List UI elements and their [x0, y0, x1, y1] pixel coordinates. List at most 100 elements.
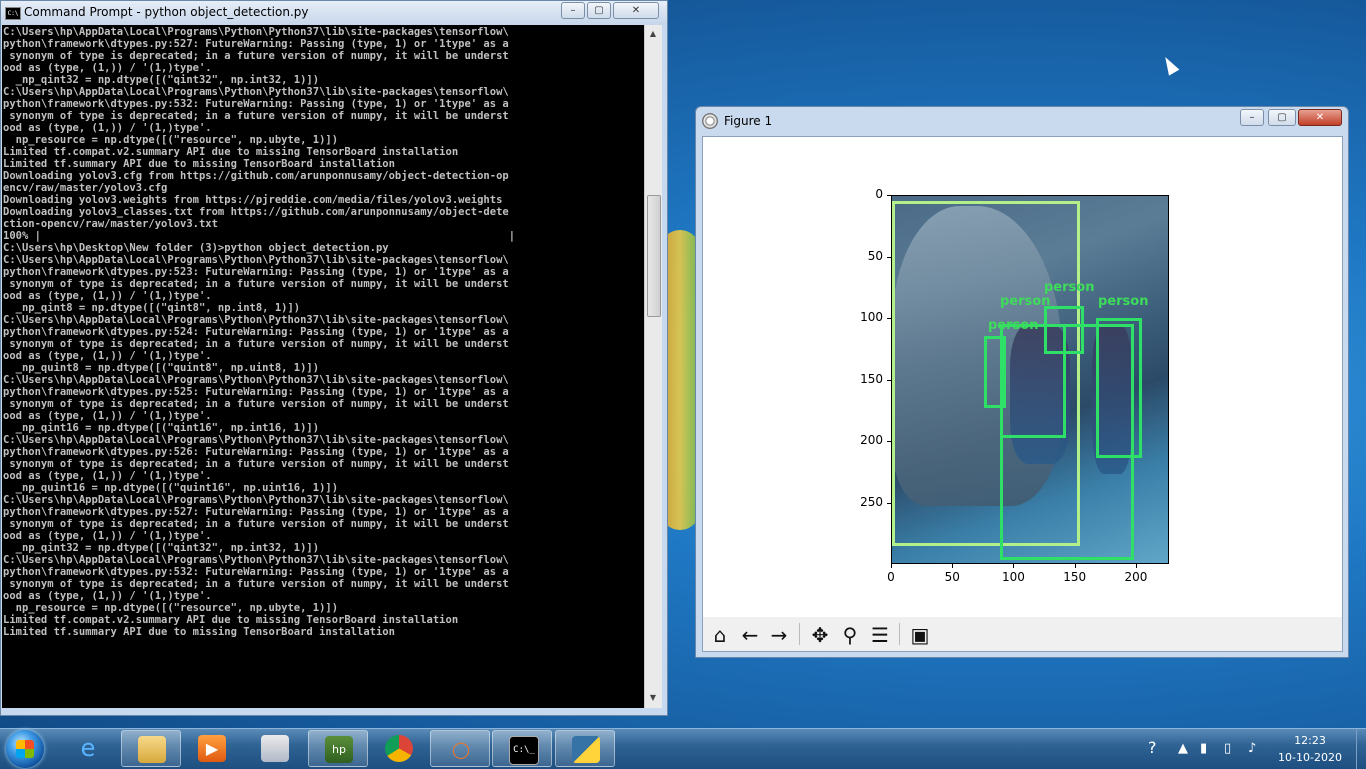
x-tick-label: 50 [944, 570, 960, 584]
figure-maximize-button[interactable]: ▢ [1268, 109, 1296, 126]
media-player-icon: ▶ [198, 735, 226, 762]
console-line: ood as (type, (1,)) / '(1,)type'. [3, 410, 212, 422]
cmd-console[interactable]: C:\Users\hp\AppData\Local\Programs\Pytho… [2, 25, 644, 708]
console-line: python\framework\dtypes.py:525: FutureWa… [3, 386, 509, 398]
cmd-scrollbar[interactable]: ▲ ▼ [644, 25, 662, 708]
cmd-minimize-button[interactable]: – [561, 2, 585, 19]
power-icon[interactable]: ▯ [1224, 741, 1231, 756]
console-line: ood as (type, (1,)) / '(1,)type'. [3, 470, 212, 482]
console-line: synonym of type is deprecated; in a futu… [9, 518, 509, 530]
cmd-title: Command Prompt - python object_detection… [24, 5, 309, 19]
console-line: synonym of type is deprecated; in a futu… [9, 398, 509, 410]
cmd-maximize-button[interactable]: ▢ [587, 2, 611, 19]
console-line: _np_quint8 = np.dtype([("quint8", np.uin… [15, 362, 320, 374]
console-line: _np_qint32 = np.dtype([("qint32", np.int… [15, 74, 320, 86]
clock-time[interactable]: 12:23 [1275, 734, 1345, 747]
console-line: Limited tf.summary API due to missing Te… [3, 158, 395, 170]
console-line: python\framework\dtypes.py:527: FutureWa… [3, 38, 509, 50]
cmd-output: C:\Users\hp\AppData\Local\Programs\Pytho… [2, 25, 644, 638]
x-tick-mark [952, 564, 954, 568]
home-icon[interactable]: ⌂ [707, 622, 733, 648]
network-icon[interactable]: ▮ [1200, 741, 1207, 756]
y-tick-label: 100 [860, 310, 883, 324]
figure-minimize-button[interactable]: – [1240, 109, 1264, 126]
save-icon[interactable]: ▣ [907, 622, 933, 648]
console-line: synonym of type is deprecated; in a futu… [9, 578, 509, 590]
console-line: python\framework\dtypes.py:524: FutureWa… [3, 326, 509, 338]
chrome-icon [385, 735, 413, 762]
clock-date[interactable]: 10-10-2020 [1275, 751, 1345, 764]
taskbar-explorer[interactable] [121, 730, 181, 767]
console-line: ood as (type, (1,)) / '(1,)type'. [3, 530, 212, 542]
internet-explorer-icon: e [80, 734, 96, 762]
console-line: encv/raw/master/yolov3.cfg [3, 182, 168, 194]
taskbar-chrome[interactable] [369, 730, 429, 767]
image-plot[interactable]: person person person person [891, 195, 1169, 564]
show-hidden-icons-icon[interactable]: ▲ [1178, 741, 1188, 756]
console-line: 100% | | [3, 230, 516, 242]
console-line: synonym of type is deprecated; in a futu… [9, 278, 509, 290]
taskbar-paint[interactable] [245, 730, 305, 767]
y-tick-label: 0 [875, 187, 883, 201]
console-line: _np_qint32 = np.dtype([("qint32", np.int… [15, 542, 320, 554]
taskbar-python[interactable] [555, 730, 615, 767]
console-line: C:\Users\hp\Desktop\New folder (3)>pytho… [3, 242, 389, 254]
pan-icon[interactable]: ✥ [807, 622, 833, 648]
console-line: synonym of type is deprecated; in a futu… [9, 458, 509, 470]
toolbar-divider [899, 623, 900, 645]
y-tick-label: 250 [860, 494, 883, 509]
x-tick-mark [1135, 564, 1137, 568]
show-desktop-button[interactable] [1356, 729, 1366, 769]
detection-label: person [1098, 294, 1149, 309]
detection-label: person [1044, 280, 1095, 295]
y-tick-label: 200 [860, 433, 883, 447]
console-line: Downloading yolov3.cfg from https://gith… [3, 170, 509, 182]
command-prompt-icon: C:\_ [509, 736, 539, 765]
y-tick-label: 150 [860, 371, 883, 386]
console-line: Limited tf.summary API due to missing Te… [3, 626, 395, 638]
taskbar-jupyter[interactable]: ◯ [430, 730, 490, 767]
taskbar: e ▶ hp ◯ C:\_ ? ▲ ▮ ▯ ♪ 12:23 10-10-2020 [0, 728, 1366, 769]
scroll-down-icon[interactable]: ▼ [647, 691, 659, 705]
volume-icon[interactable]: ♪ [1248, 741, 1256, 756]
figure-canvas: 0 50 100 150 200 250 0 50 100 150 200 person pers… [702, 136, 1343, 652]
python-icon [572, 736, 600, 763]
forward-arrow-icon[interactable]: → [766, 622, 792, 648]
cmd-titlebar[interactable]: C:\ Command Prompt - python object_detec… [1, 1, 667, 25]
console-line: C:\Users\hp\AppData\Local\Programs\Pytho… [3, 254, 509, 266]
command-prompt-window: C:\ Command Prompt - python object_detec… [0, 0, 668, 716]
figure-app-icon [702, 113, 718, 129]
figure-titlebar[interactable]: Figure 1 – ▢ ✕ [696, 107, 1348, 135]
windows-logo-icon [16, 740, 34, 758]
console-line: synonym of type is deprecated; in a futu… [9, 338, 509, 350]
cmd-scroll-thumb[interactable] [647, 195, 661, 317]
figure-title: Figure 1 [724, 114, 773, 128]
x-tick-mark [1074, 564, 1076, 568]
figure-window: Figure 1 – ▢ ✕ 0 50 100 150 200 250 0 50 100 150… [695, 106, 1349, 658]
taskbar-hp[interactable]: hp [308, 730, 368, 767]
configure-subplots-icon[interactable]: ☰ [867, 622, 893, 648]
taskbar-command-prompt[interactable]: C:\_ [492, 730, 552, 767]
start-button[interactable] [6, 730, 44, 768]
console-line: synonym of type is deprecated; in a futu… [9, 110, 509, 122]
console-line: ood as (type, (1,)) / '(1,)type'. [3, 122, 212, 134]
taskbar-ie[interactable]: e [58, 730, 118, 767]
zoom-icon[interactable]: ⚲ [837, 622, 863, 648]
toolbar-divider [799, 623, 800, 645]
help-icon[interactable]: ? [1148, 738, 1157, 757]
console-line: python\framework\dtypes.py:527: FutureWa… [3, 506, 509, 518]
hp-icon: hp [325, 736, 353, 763]
console-line: python\framework\dtypes.py:523: FutureWa… [3, 266, 509, 278]
console-line: C:\Users\hp\AppData\Local\Programs\Pytho… [3, 86, 509, 98]
console-line: python\framework\dtypes.py:526: FutureWa… [3, 446, 509, 458]
x-tick-label: 100 [1002, 570, 1025, 584]
x-tick-label: 0 [887, 570, 895, 584]
scroll-up-icon[interactable]: ▲ [647, 27, 659, 41]
figure-close-button[interactable]: ✕ [1298, 109, 1342, 126]
taskbar-media-player[interactable]: ▶ [182, 730, 242, 767]
cmd-close-button[interactable]: ✕ [613, 2, 659, 19]
console-line: python\framework\dtypes.py:532: FutureWa… [3, 566, 509, 578]
console-line: _np_quint16 = np.dtype([("quint16", np.u… [15, 482, 339, 494]
console-line: synonym of type is deprecated; in a futu… [9, 50, 509, 62]
back-arrow-icon[interactable]: ← [737, 622, 763, 648]
